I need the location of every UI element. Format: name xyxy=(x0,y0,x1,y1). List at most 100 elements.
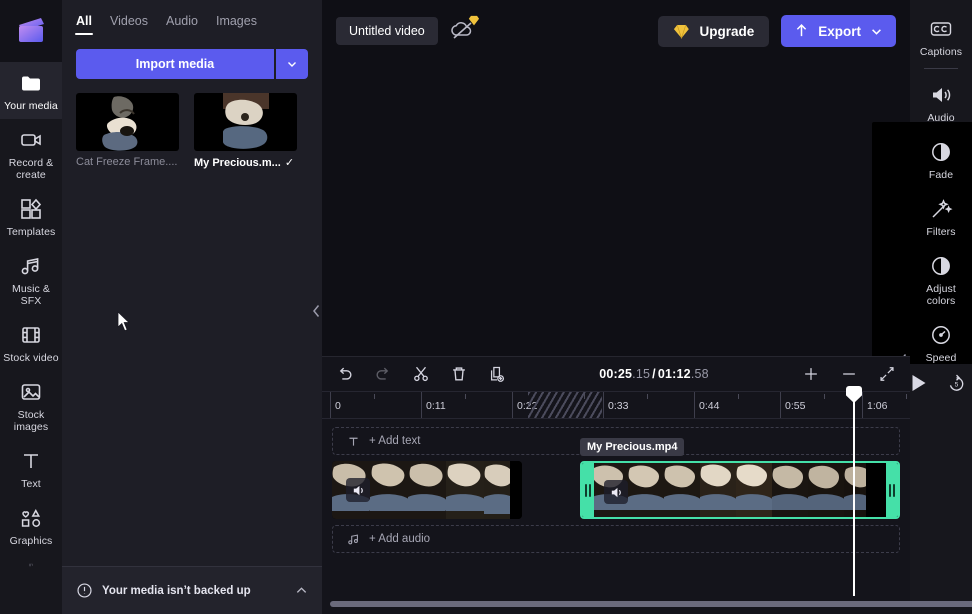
total-time-frac: .58 xyxy=(690,367,709,381)
handle-bar xyxy=(893,483,895,497)
ruler-minor-tick xyxy=(738,394,739,399)
tab-all[interactable]: All xyxy=(75,14,93,35)
backup-status-bar[interactable]: Your media isn’t backed up xyxy=(62,566,322,614)
scissors-icon xyxy=(414,366,428,382)
media-item-caption: Cat Freeze Frame.... xyxy=(76,156,179,168)
thumbnail-image xyxy=(194,93,297,151)
media-panel: All Videos Audio Images Import media Cat… xyxy=(62,0,322,614)
clip-trim-handle-right[interactable] xyxy=(886,463,898,517)
redo-button[interactable] xyxy=(372,363,394,385)
undo-button[interactable] xyxy=(334,363,356,385)
sidebar-item-overflow[interactable] xyxy=(0,554,62,574)
zoom-in-button[interactable] xyxy=(800,363,822,385)
cat-thumbnail-art xyxy=(222,93,269,151)
media-item-my-precious[interactable]: 1:05 My Precious.m... ✓ xyxy=(67,93,297,599)
clip-audio-toggle[interactable] xyxy=(346,478,370,502)
tab-images[interactable]: Images xyxy=(216,14,257,35)
timeline-panel: 00:25.15/01:12.58 0 0:11 0:33 0:44 0:55 … xyxy=(322,356,972,614)
speaker-icon xyxy=(611,487,621,497)
media-item-name: Cat Freeze Frame.... xyxy=(76,156,178,168)
speedometer-icon xyxy=(932,326,950,344)
clipchamp-editor: Your media Record & create Templates Mus… xyxy=(0,0,972,614)
right-item-label: Fade xyxy=(928,169,954,181)
half-circle-icon xyxy=(932,257,950,275)
clip-trim-handle-left[interactable] xyxy=(582,463,594,517)
right-item-speed[interactable]: Speed xyxy=(910,314,972,371)
project-title-input[interactable]: Untitled video xyxy=(336,17,438,45)
preview-stage: 9:16 5 xyxy=(322,62,972,391)
templates-grid-icon xyxy=(21,198,42,219)
ruler-tick-label: 0:11 xyxy=(426,400,446,412)
export-label: Export xyxy=(818,23,861,39)
import-media-button[interactable]: Import media xyxy=(76,49,274,79)
right-item-adjust-colors[interactable]: Adjust colors xyxy=(910,245,972,314)
forward-5-button[interactable]: 5 xyxy=(943,370,969,396)
sidebar-item-templates[interactable]: Templates xyxy=(0,188,62,245)
redo-icon xyxy=(376,367,389,380)
add-text-label: + Add text xyxy=(369,435,421,447)
media-item-cat-freeze-frame[interactable]: Cat Freeze Frame.... xyxy=(76,93,179,169)
export-button[interactable]: Export xyxy=(781,15,896,47)
right-item-fade[interactable]: Fade xyxy=(910,131,972,188)
film-strip-icon xyxy=(22,327,40,343)
clip-audio-toggle[interactable] xyxy=(604,480,628,504)
tab-audio[interactable]: Audio xyxy=(166,14,198,35)
right-item-label: Adjust colors xyxy=(926,283,956,307)
split-button[interactable] xyxy=(410,363,432,385)
delete-button[interactable] xyxy=(448,363,470,385)
backup-message: Your media isn’t backed up xyxy=(102,584,251,597)
media-tabs: All Videos Audio Images xyxy=(62,0,322,35)
sidebar-item-stock-images[interactable]: Stock images xyxy=(0,371,62,440)
ruler-tick-label: 1:06 xyxy=(867,400,888,412)
ruler-tick xyxy=(694,392,695,418)
clip-filmstrip xyxy=(582,463,898,517)
ruler-tick-label: 0 xyxy=(335,400,341,412)
add-audio-track[interactable]: + Add audio xyxy=(332,525,900,553)
sidebar-item-text[interactable]: Text xyxy=(0,440,62,497)
rail-divider xyxy=(924,68,958,69)
right-item-label: Speed xyxy=(925,352,957,364)
add-audio-label: + Add audio xyxy=(369,533,431,545)
handle-bar xyxy=(889,483,891,497)
sidebar-label: Record & create xyxy=(8,157,54,181)
cloud-backup-button[interactable] xyxy=(450,15,479,44)
sidebar-item-your-media[interactable]: Your media xyxy=(0,62,62,119)
right-item-filters[interactable]: Filters xyxy=(910,188,972,245)
alert-circle-icon xyxy=(77,583,92,598)
timeline-ruler[interactable]: 0 0:11 0:22 0:33 0:44 0:55 1 xyxy=(322,391,910,419)
timeline-clip-selected[interactable] xyxy=(580,461,900,519)
sidebar-item-graphics[interactable]: Graphics xyxy=(0,497,62,554)
chevron-up-icon[interactable] xyxy=(295,584,308,597)
transitions-icon xyxy=(29,563,33,567)
thumbnail-image xyxy=(76,93,179,151)
media-item-caption: My Precious.m... ✓ xyxy=(194,156,297,170)
app-logo[interactable] xyxy=(0,0,62,62)
right-item-audio[interactable]: Audio xyxy=(910,74,972,131)
duplicate-icon xyxy=(490,366,505,382)
ruler-tick xyxy=(780,392,781,418)
right-item-captions[interactable]: Captions xyxy=(910,8,972,65)
fit-to-screen-icon xyxy=(880,367,894,381)
zoom-out-button[interactable] xyxy=(838,363,860,385)
timeline-scrollbar[interactable] xyxy=(322,600,972,608)
sidebar-item-stock-video[interactable]: Stock video xyxy=(0,314,62,371)
duplicate-button[interactable] xyxy=(486,363,508,385)
timeline-scrollbar-thumb[interactable] xyxy=(330,601,972,607)
video-clip-row: My Precious.mp4 xyxy=(332,438,900,519)
media-panel-collapse-button[interactable] xyxy=(309,294,323,328)
ruler-minor-tick xyxy=(906,394,907,399)
ruler-minor-tick xyxy=(647,394,648,399)
minus-icon xyxy=(843,373,855,375)
tab-videos[interactable]: Videos xyxy=(110,14,148,35)
fit-to-screen-button[interactable] xyxy=(876,363,898,385)
upgrade-button[interactable]: Upgrade xyxy=(658,15,770,47)
timeline-clip-unselected[interactable] xyxy=(332,461,522,519)
sidebar-label: Stock video xyxy=(3,352,59,364)
import-media-dropdown-button[interactable] xyxy=(276,49,308,79)
plus-icon xyxy=(805,368,817,380)
sidebar-label: Text xyxy=(21,478,41,490)
total-time: 01:12 xyxy=(657,367,691,381)
sidebar-item-music-sfx[interactable]: Music & SFX xyxy=(0,245,62,314)
current-time-frac: .15 xyxy=(632,367,651,381)
sidebar-item-record-create[interactable]: Record & create xyxy=(0,119,62,188)
